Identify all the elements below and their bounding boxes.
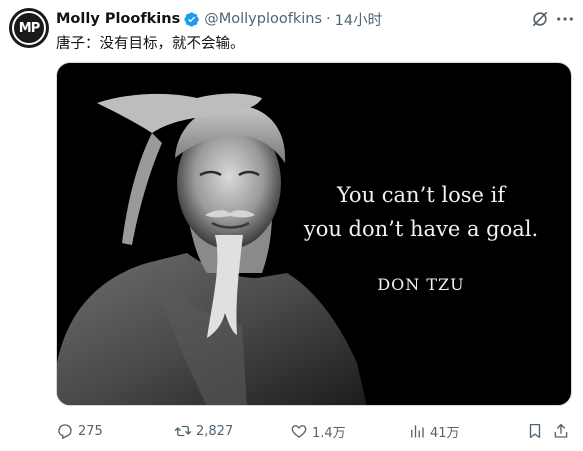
bookmark-icon — [529, 423, 541, 439]
tweet-image[interactable]: You can’t lose if you don’t have a goal.… — [56, 62, 572, 406]
heart-icon — [291, 425, 307, 438]
tweet-header: Molly Ploofkins @Mollyploofkins · 14小时 — [56, 8, 573, 30]
avatar-initials: MP — [12, 11, 46, 45]
avatar[interactable]: MP — [9, 8, 49, 48]
share-button[interactable] — [552, 420, 570, 442]
quote-line-2: you don’t have a goal. — [303, 217, 539, 241]
reply-button[interactable]: 275 — [56, 420, 103, 442]
reply-count: 275 — [78, 423, 103, 439]
verified-badge-icon[interactable] — [183, 11, 200, 28]
repost-count: 2,827 — [196, 423, 234, 439]
reply-icon — [58, 424, 72, 440]
views-count: 41万 — [430, 425, 460, 441]
more-options-icon[interactable] — [555, 11, 575, 27]
action-bar: 275 2,827 1.4万 41万 — [56, 420, 573, 442]
repost-button[interactable]: 2,827 — [174, 420, 233, 442]
quote-attribution: DON TZU — [377, 275, 465, 294]
like-count: 1.4万 — [312, 425, 346, 441]
grok-icon[interactable] — [531, 10, 549, 28]
quote-line-1: You can’t lose if — [336, 183, 506, 207]
repost-icon — [174, 425, 192, 437]
share-icon — [554, 423, 568, 438]
views-button[interactable]: 41万 — [408, 420, 460, 442]
views-icon — [411, 425, 424, 438]
separator-dot: · — [326, 11, 331, 27]
bookmark-button[interactable] — [526, 420, 544, 442]
display-name[interactable]: Molly Ploofkins — [56, 11, 180, 27]
timestamp[interactable]: 14小时 — [335, 9, 382, 30]
like-button[interactable]: 1.4万 — [290, 420, 346, 442]
quote-text: You can’t lose if you don’t have a goal. — [271, 178, 571, 246]
tweet-text: 唐子：没有目标，就不会输。 — [56, 36, 245, 52]
handle[interactable]: @Mollyploofkins — [204, 11, 322, 27]
